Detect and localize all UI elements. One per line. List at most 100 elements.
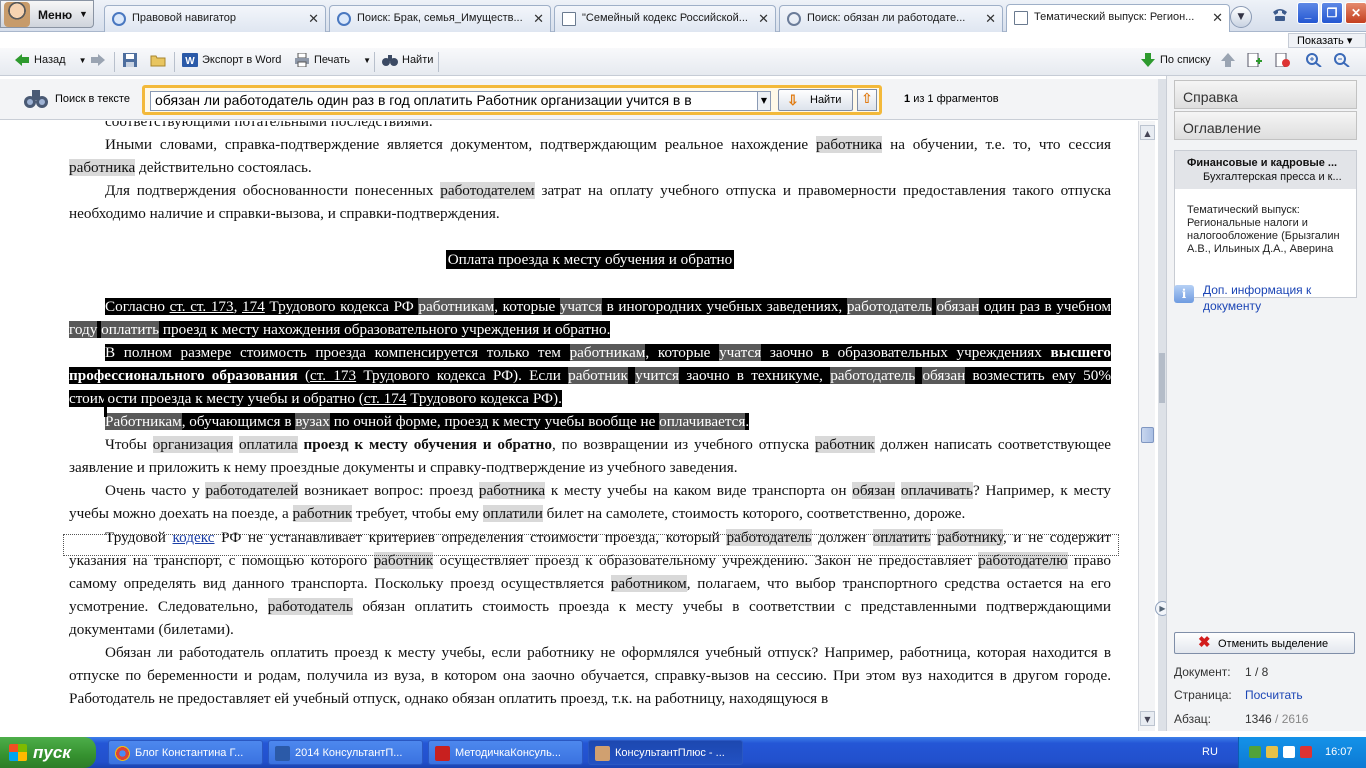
article-link[interactable]: ст. 173 [310,367,356,384]
taskbar-item-blog[interactable]: Блог Константина Г... [108,740,263,765]
forward-button[interactable] [90,53,110,71]
menu-button[interactable]: Меню ▼ [0,0,94,28]
folder-icon [150,55,166,67]
tray-app-icon[interactable] [1249,746,1261,758]
menu-label: Меню [38,8,73,22]
start-button[interactable]: пуск [0,737,96,768]
bookmark-add-button[interactable] [1246,53,1266,71]
clear-selection-label: Отменить выделение [1218,638,1329,650]
tab-thematic-issue[interactable]: Тематический выпуск: Регион... ✕ [1006,4,1230,32]
export-word-button[interactable]: W Экспорт в Word [182,53,281,71]
zoom-in-icon [1306,53,1322,67]
tab-label: "Семейный кодекс Российской... [582,12,748,24]
language-indicator[interactable]: RU [1202,746,1218,758]
document-stat-value: 1 / 8 [1245,665,1269,679]
search-input[interactable]: обязан ли работодатель один раз в год оп… [150,91,760,111]
close-icon[interactable]: ✕ [985,11,996,27]
tab-search-family[interactable]: Поиск: Брак, семья_Имуществ... ✕ [329,5,551,32]
chevron-down-icon[interactable]: ▼ [363,56,371,65]
show-dropdown[interactable]: Показать ▾ [1288,33,1366,48]
card-subtitle: Бухгалтерская пресса и к... [1203,171,1342,183]
scroll-thumb[interactable] [1141,427,1154,443]
tray-app-icon[interactable] [1300,746,1312,758]
arrow-down-icon [1141,53,1155,67]
taskbar: пуск Блог Константина Г... 2014 Консульт… [0,737,1366,768]
in-text-search-bar: Поиск в тексте обязан ли работодатель од… [0,79,1164,120]
paragraph: Чтобы организация оплатила проезд к мест… [69,436,1111,477]
save-button[interactable] [122,53,142,71]
tab-family-code[interactable]: "Семейный кодекс Российской... ✕ [554,5,776,32]
paragraph: соответствующими потательными последстви… [105,121,433,130]
paragraph: Обязан ли работодатель оплатить проезд к… [69,643,1111,708]
search-history-dropdown[interactable]: ▼ [757,91,771,111]
svg-text:W: W [185,56,195,67]
consultant-icon [595,746,610,761]
find-previous-button[interactable]: ⇧ [857,89,877,111]
zoom-in-button[interactable] [1306,53,1326,71]
scroll-up-icon[interactable]: ▲ [1140,125,1155,140]
close-icon[interactable]: ✕ [758,11,769,27]
tray-app-icon[interactable] [1266,746,1278,758]
find-next-button[interactable]: ⇩ Найти [778,89,853,111]
card-body: Тематический выпуск: Региональные налоги… [1187,204,1340,255]
maximize-icon[interactable]: ❐ [1321,2,1343,24]
tab-legal-navigator[interactable]: Правовой навигатор ✕ [104,5,326,32]
close-window-icon[interactable]: ✕ [1345,2,1366,24]
paragraph: Согласно ст. ст. 173, 174 Трудового коде… [69,297,1111,338]
document-text: соответствующими потательными последстви… [69,121,1111,710]
tabs-dropdown-button[interactable]: ▼ [1230,6,1252,28]
article-link[interactable]: 174 [242,298,265,315]
clear-button[interactable] [1274,53,1294,71]
paragraph: Для подтверждения обоснованности понесен… [69,182,1111,223]
phone-icon[interactable] [1270,4,1290,24]
document-scrollbar[interactable]: ▲ ▼ [1138,121,1155,731]
close-icon[interactable]: ✕ [308,11,319,27]
minimize-icon[interactable]: _ [1297,2,1319,24]
arrow-down-icon: ⇩ [787,92,799,108]
document-view[interactable]: соответствующими потательными последстви… [0,121,1138,731]
card-header[interactable]: Финансовые и кадровые ... Бухгалтерская … [1175,151,1356,189]
print-label: Печать [314,54,351,66]
tab-contents[interactable]: Оглавление [1174,111,1357,140]
consultant-logo-icon [4,2,30,27]
chevron-down-icon[interactable]: ▼ [79,56,87,65]
clear-selection-button[interactable]: ✖ Отменить выделение [1174,632,1355,654]
search-label: Поиск в тексте [55,93,130,105]
panel-splitter[interactable]: ▶ [1155,79,1170,731]
close-icon[interactable]: ✕ [1212,10,1223,26]
taskbar-item-consultant[interactable]: КонсультантПлюс - ... [588,740,743,765]
current-paragraph-frame [63,534,1119,556]
right-panel: Справка Оглавление Финансовые и кадровые… [1166,76,1366,731]
tab-help[interactable]: Справка [1174,80,1357,109]
find-button[interactable]: Найти [382,53,433,71]
taskbar-item-word[interactable]: 2014 КонсультантП... [268,740,423,765]
up-button[interactable] [1220,53,1240,71]
tab-search-employer[interactable]: Поиск: обязан ли работодате... ✕ [779,5,1003,32]
count-pages-link[interactable]: Посчитать [1245,688,1303,702]
text-cursor [104,395,107,417]
back-button[interactable]: Назад ▼ [14,53,87,71]
info-icon: i [1174,285,1194,303]
taskbar-item-pdf[interactable]: МетодичкаКонсуль... [428,740,583,765]
start-label: пуск [33,743,71,762]
tab-label: Поиск: Брак, семья_Имуществ... [357,12,523,24]
fragment-current: 1 [904,93,911,105]
word-icon [275,746,290,761]
scroll-down-icon[interactable]: ▼ [1140,711,1155,726]
paragraph-stat: Абзац: 1346 / 2616 [1174,712,1308,726]
zoom-out-button[interactable] [1334,53,1354,71]
find-label: Найти [402,54,434,66]
word-icon: W [182,53,198,67]
by-list-button[interactable]: По списку [1140,53,1211,71]
article-link[interactable]: ст. 174 [364,390,407,407]
close-icon[interactable]: ✕ [533,11,544,27]
toolbar-divider [438,52,439,72]
article-link[interactable]: ст. ст. 173 [170,298,234,315]
open-folder-button[interactable] [150,53,170,71]
splitter-grip[interactable] [1159,353,1165,403]
tray-app-icon[interactable] [1283,746,1295,758]
magnifier-icon [787,12,801,26]
document-stat: Документ: 1 / 8 [1174,665,1268,679]
document-remove-icon [1275,53,1290,67]
print-button[interactable]: Печать ▼ [294,53,371,71]
